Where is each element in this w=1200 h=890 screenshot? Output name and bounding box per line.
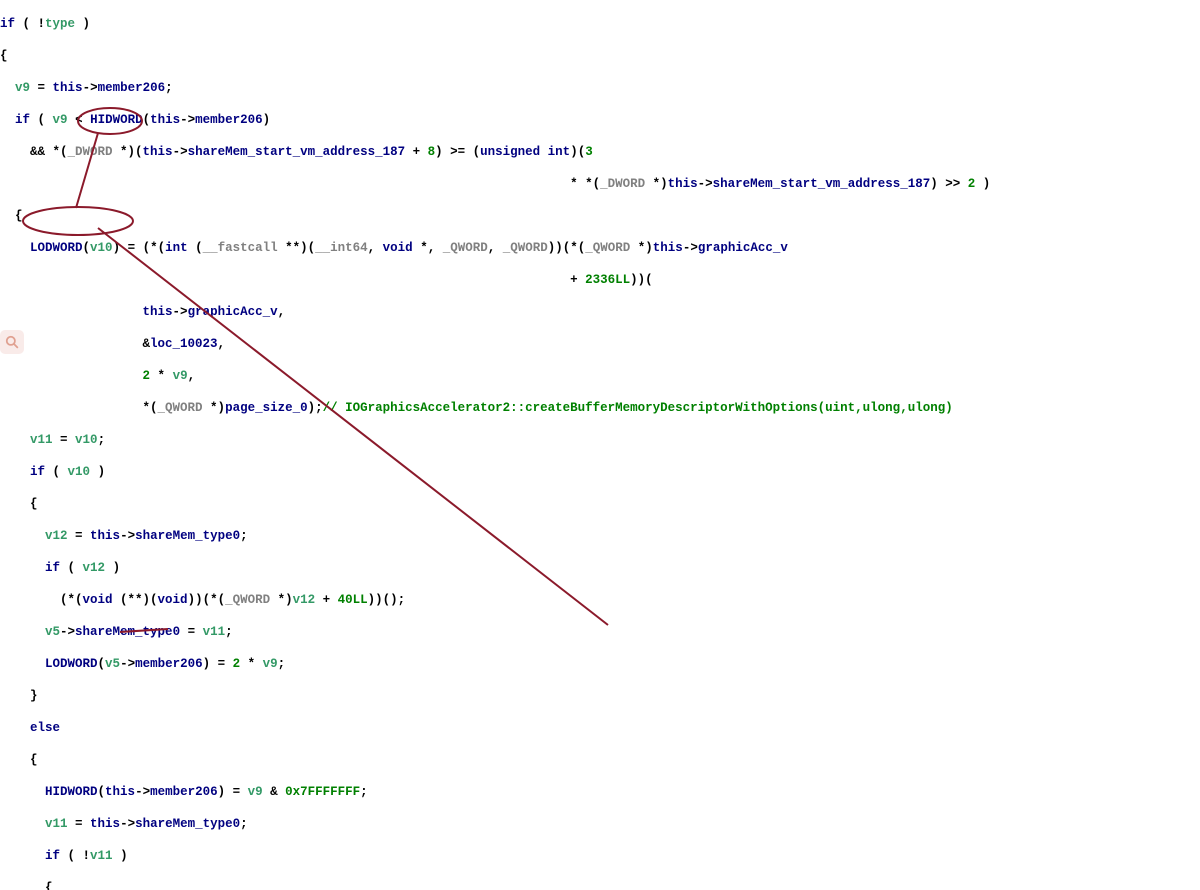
code-line: { bbox=[0, 48, 1163, 64]
code-line: v11 = this->shareMem_type0; bbox=[0, 816, 1163, 832]
code-line: v9 = this->member206; bbox=[0, 80, 1163, 96]
decompiled-code-block: if ( !type ) { v9 = this->member206; if … bbox=[0, 0, 1163, 890]
code-line: v11 = v10; bbox=[0, 432, 1163, 448]
code-line: LODWORD(v10) = (*(int (__fastcall **)(__… bbox=[0, 240, 1163, 256]
code-line: v5->shareMem_type0 = v11; bbox=[0, 624, 1163, 640]
code-line: if ( v9 < HIDWORD(this->member206) bbox=[0, 112, 1163, 128]
code-line: { bbox=[0, 496, 1163, 512]
code-line: if ( v10 ) bbox=[0, 464, 1163, 480]
code-line: else bbox=[0, 720, 1163, 736]
code-line: v12 = this->shareMem_type0; bbox=[0, 528, 1163, 544]
code-line: * *(_DWORD *)this->shareMem_start_vm_add… bbox=[0, 176, 1163, 192]
code-line: &loc_10023, bbox=[0, 336, 1163, 352]
code-line: if ( v12 ) bbox=[0, 560, 1163, 576]
search-icon[interactable] bbox=[0, 330, 24, 354]
code-line: { bbox=[0, 752, 1163, 768]
code-line: if ( !v11 ) bbox=[0, 848, 1163, 864]
code-line: && *(_DWORD *)(this->shareMem_start_vm_a… bbox=[0, 144, 1163, 160]
code-line: if ( !type ) bbox=[0, 16, 1163, 32]
code-line: *(_QWORD *)page_size_0);// IOGraphicsAcc… bbox=[0, 400, 1163, 416]
code-line: { bbox=[0, 208, 1163, 224]
code-line: { bbox=[0, 880, 1163, 890]
code-line: (*(void (**)(void))(*(_QWORD *)v12 + 40L… bbox=[0, 592, 1163, 608]
code-line: } bbox=[0, 688, 1163, 704]
code-line: LODWORD(v5->member206) = 2 * v9; bbox=[0, 656, 1163, 672]
code-line: this->graphicAcc_v, bbox=[0, 304, 1163, 320]
code-line: HIDWORD(this->member206) = v9 & 0x7FFFFF… bbox=[0, 784, 1163, 800]
code-line: + 2336LL))( bbox=[0, 272, 1163, 288]
code-line: 2 * v9, bbox=[0, 368, 1163, 384]
